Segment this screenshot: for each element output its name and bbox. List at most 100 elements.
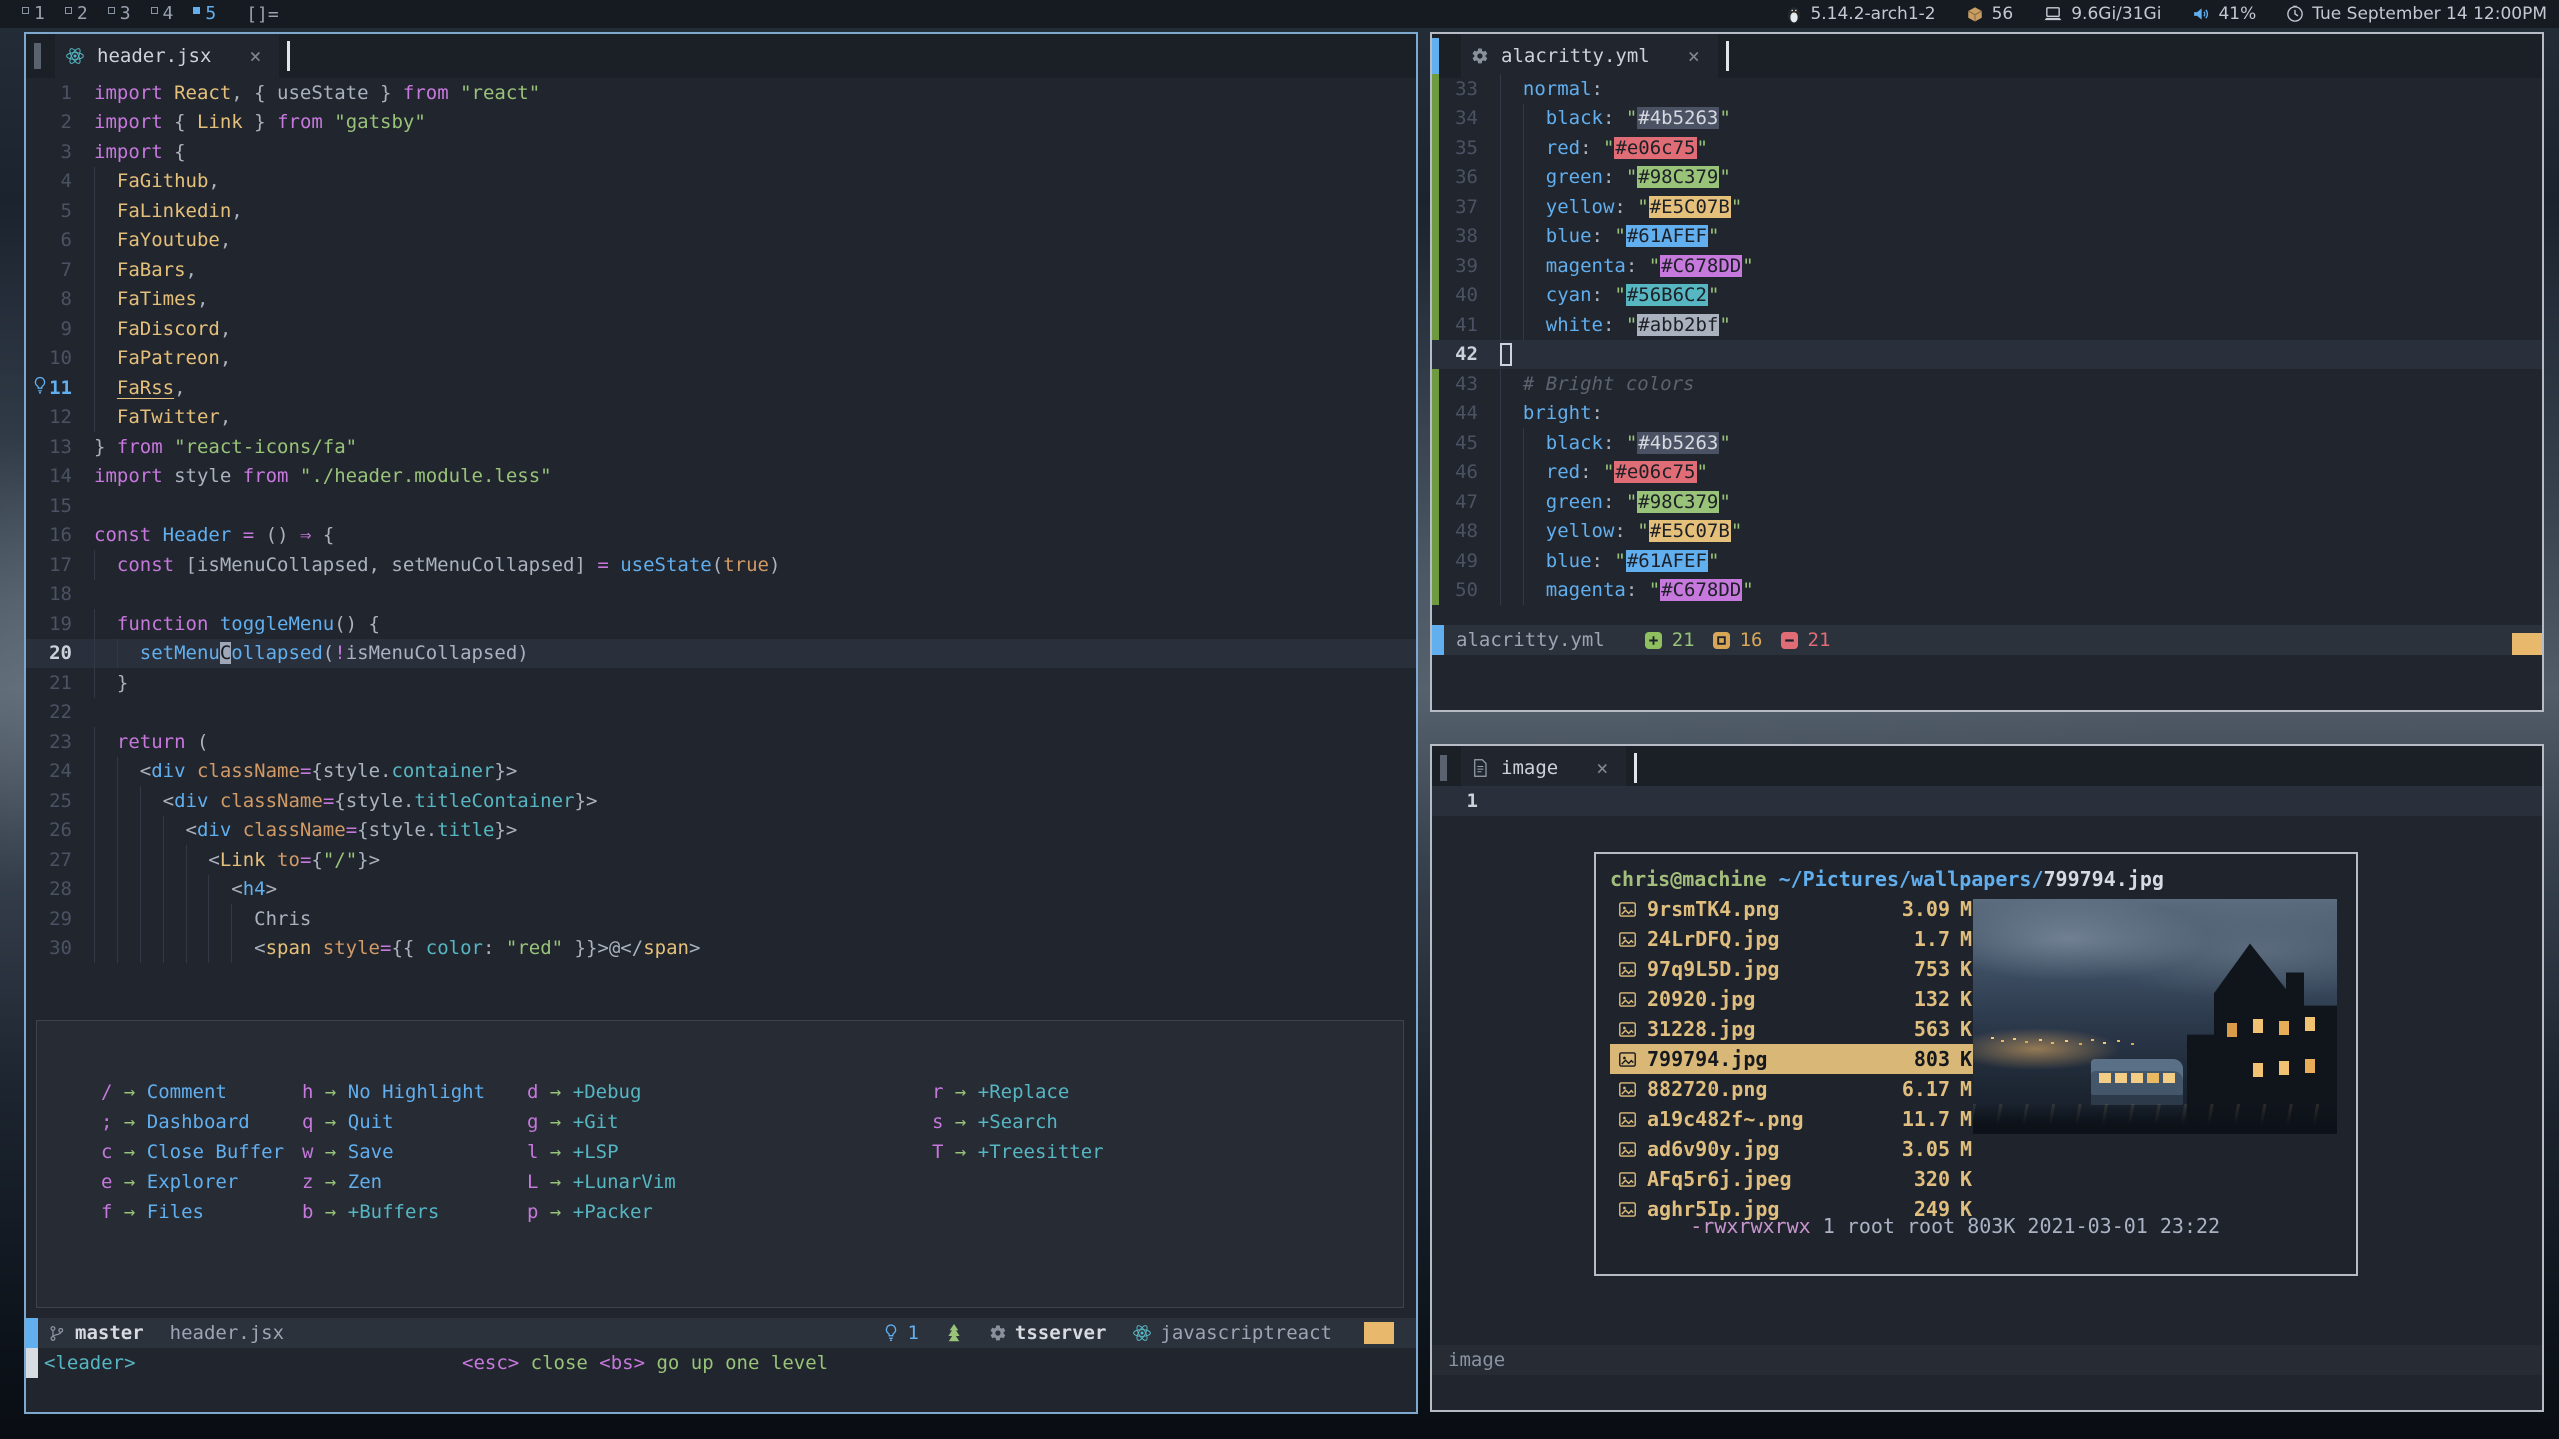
code-line[interactable]: 29Chris bbox=[26, 904, 1416, 934]
tab-close-icon[interactable]: × bbox=[1596, 756, 1608, 780]
code-line[interactable]: 24<div className={style.container}> bbox=[26, 757, 1416, 787]
command-line[interactable]: <leader> <esc> close <bs> go up one leve… bbox=[26, 1348, 1416, 1378]
file-row[interactable]: 24LrDFQ.jpg1.7M bbox=[1610, 924, 1986, 954]
code-line[interactable]: 39magenta: "#C678DD" bbox=[1432, 251, 2542, 281]
file-row[interactable]: 799794.jpg803K bbox=[1610, 1044, 1986, 1074]
code-line[interactable]: 50magenta: "#C678DD" bbox=[1432, 576, 2542, 606]
code-line[interactable]: 36green: "#98C379" bbox=[1432, 163, 2542, 193]
token: < bbox=[140, 760, 151, 782]
line-number: 37 bbox=[1455, 196, 1478, 218]
workspace-tag-1[interactable]: 1 bbox=[12, 2, 55, 26]
code-line[interactable]: 30<span style={{ color: "red" }}>@</span… bbox=[26, 934, 1416, 964]
code-line[interactable]: 20setMenuCollapsed(!isMenuCollapsed) bbox=[26, 639, 1416, 669]
file-row[interactable]: a19c482f~.png11.7M bbox=[1610, 1104, 1986, 1134]
gutter: 12 bbox=[26, 403, 94, 433]
code-line[interactable]: 15 bbox=[26, 491, 1416, 521]
buffer-tab-alacritty-yml[interactable]: alacritty.yml × bbox=[1461, 34, 1718, 78]
code-line[interactable]: 11FaRss, bbox=[26, 373, 1416, 403]
code-line[interactable]: 38blue: "#61AFEF" bbox=[1432, 222, 2542, 252]
workspace-tag-3[interactable]: 3 bbox=[98, 2, 141, 26]
code-line[interactable]: 23return ( bbox=[26, 727, 1416, 757]
code-line[interactable]: 16const Header = () ⇒ { bbox=[26, 521, 1416, 551]
tab-close-icon[interactable]: × bbox=[1688, 44, 1700, 68]
code-line[interactable]: 13} from "react-icons/fa" bbox=[26, 432, 1416, 462]
token: from bbox=[277, 111, 334, 133]
code-line[interactable]: 18 bbox=[26, 580, 1416, 610]
file-row[interactable]: 882720.png6.17M bbox=[1610, 1074, 1986, 1104]
workspace-tag-2[interactable]: 2 bbox=[55, 2, 98, 26]
line-number: 42 bbox=[1455, 343, 1478, 365]
code-line[interactable]: 40cyan: "#56B6C2" bbox=[1432, 281, 2542, 311]
code-line[interactable]: 28<h4> bbox=[26, 875, 1416, 905]
token: : bbox=[1626, 579, 1649, 601]
indent-guide bbox=[94, 373, 117, 403]
code-line[interactable]: 8FaTimes, bbox=[26, 285, 1416, 315]
indent-guide bbox=[117, 816, 140, 846]
gutter: 49 bbox=[1432, 546, 1500, 576]
line-number: 16 bbox=[49, 524, 72, 546]
code-line[interactable]: 14import style from "./header.module.les… bbox=[26, 462, 1416, 492]
file-row[interactable]: 9rsmTK4.png3.09M bbox=[1610, 894, 1986, 924]
git-branch-name[interactable]: master bbox=[75, 1322, 144, 1344]
code-line[interactable]: 9FaDiscord, bbox=[26, 314, 1416, 344]
gutter: 5 bbox=[26, 196, 94, 226]
code-line[interactable]: 12FaTwitter, bbox=[26, 403, 1416, 433]
gutter: 50 bbox=[1432, 576, 1500, 606]
code-line[interactable]: 17const [isMenuCollapsed, setMenuCollaps… bbox=[26, 550, 1416, 580]
code-line[interactable]: 25<div className={style.titleContainer}> bbox=[26, 786, 1416, 816]
token: < bbox=[254, 937, 265, 959]
code-area[interactable]: 1import React, { useState } from "react"… bbox=[26, 78, 1416, 963]
code-line[interactable]: 7FaBars, bbox=[26, 255, 1416, 285]
code-line[interactable]: 48yellow: "#E5C07B" bbox=[1432, 517, 2542, 547]
code-line[interactable]: 6FaYoutube, bbox=[26, 226, 1416, 256]
code-area[interactable]: 1 bbox=[1432, 786, 2542, 816]
workspace-tag-4[interactable]: 4 bbox=[141, 2, 184, 26]
gutter: 9 bbox=[26, 314, 94, 344]
code-line[interactable]: 33normal: bbox=[1432, 74, 2542, 104]
tabline: alacritty.yml × bbox=[1432, 34, 2542, 78]
code-area[interactable]: 33normal:34black: "#4b5263"35red: "#e06c… bbox=[1432, 74, 2542, 605]
code-line[interactable]: 5FaLinkedin, bbox=[26, 196, 1416, 226]
code-line[interactable]: 10FaPatreon, bbox=[26, 344, 1416, 374]
code-line[interactable]: 35red: "#e06c75" bbox=[1432, 133, 2542, 163]
code-line[interactable]: 26<div className={style.title}> bbox=[26, 816, 1416, 846]
code-line[interactable]: 19function toggleMenu() { bbox=[26, 609, 1416, 639]
file-row[interactable]: 20920.jpg132K bbox=[1610, 984, 1986, 1014]
gutter: 2 bbox=[26, 108, 94, 138]
line-number: 3 bbox=[61, 141, 72, 163]
code-line[interactable]: 3import { bbox=[26, 137, 1416, 167]
code-line[interactable]: 1 bbox=[1432, 786, 2542, 816]
file-row[interactable]: 31228.jpg563K bbox=[1610, 1014, 1986, 1044]
tab-close-icon[interactable]: × bbox=[249, 44, 261, 68]
line-text: return ( bbox=[94, 727, 208, 757]
file-row[interactable]: ad6v90y.jpg3.05M bbox=[1610, 1134, 1986, 1164]
code-line[interactable]: 49blue: "#61AFEF" bbox=[1432, 546, 2542, 576]
token: : bbox=[1603, 314, 1626, 336]
code-line[interactable]: 46red: "#e06c75" bbox=[1432, 458, 2542, 488]
code-line[interactable]: 4FaGithub, bbox=[26, 167, 1416, 197]
code-line[interactable]: 34black: "#4b5263" bbox=[1432, 104, 2542, 134]
code-line[interactable]: 22 bbox=[26, 698, 1416, 728]
file-size: 320 bbox=[1880, 1167, 1950, 1191]
buffer-tab-image[interactable]: image × bbox=[1461, 746, 1626, 790]
code-line[interactable]: 41white: "#abb2bf" bbox=[1432, 310, 2542, 340]
code-line[interactable]: 44bright: bbox=[1432, 399, 2542, 429]
workspace-tag-5[interactable]: 5 bbox=[183, 2, 226, 26]
token: > bbox=[266, 878, 277, 900]
code-line[interactable]: 47green: "#98C379" bbox=[1432, 487, 2542, 517]
token: setMenu bbox=[140, 642, 220, 664]
line-text: import { Link } from "gatsby" bbox=[94, 108, 426, 138]
code-line[interactable]: 2import { Link } from "gatsby" bbox=[26, 108, 1416, 138]
layout-indicator[interactable]: []= bbox=[246, 4, 279, 25]
code-line[interactable]: 27<Link to={"/"}> bbox=[26, 845, 1416, 875]
code-line[interactable]: 45black: "#4b5263" bbox=[1432, 428, 2542, 458]
code-line[interactable]: 21} bbox=[26, 668, 1416, 698]
buffer-tab-header-jsx[interactable]: header.jsx × bbox=[55, 34, 279, 78]
file-row[interactable]: 97q9L5D.jpg753K bbox=[1610, 954, 1986, 984]
code-line[interactable]: 1import React, { useState } from "react" bbox=[26, 78, 1416, 108]
code-line[interactable]: 37yellow: "#E5C07B" bbox=[1432, 192, 2542, 222]
thumb-city-lights bbox=[1991, 1037, 1994, 1039]
code-line[interactable]: 43# Bright colors bbox=[1432, 369, 2542, 399]
code-line[interactable]: 42 bbox=[1432, 340, 2542, 370]
indent-guide bbox=[186, 845, 209, 875]
